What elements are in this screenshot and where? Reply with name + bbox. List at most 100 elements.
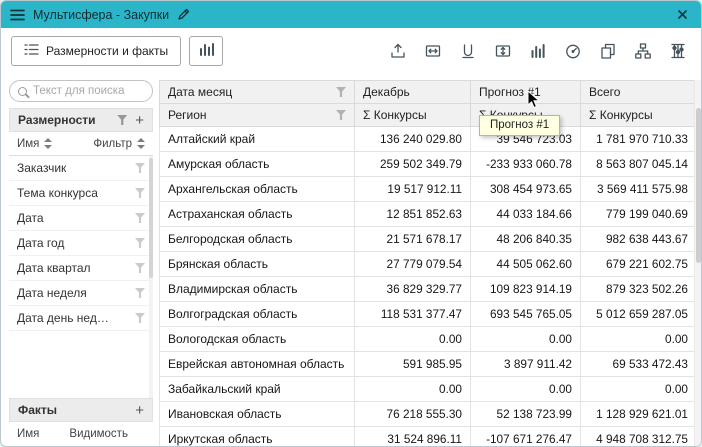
fit-height-icon[interactable] [489,38,516,64]
region-cell[interactable]: Ивановская область [160,402,355,427]
december-value-cell[interactable]: 27 779 079.54 [355,252,471,277]
region-cell[interactable]: Вологодская область [160,327,355,352]
december-value-cell[interactable]: 0.00 [355,377,471,402]
forecast-value-cell[interactable]: 109 823 914.19 [471,277,581,302]
fit-width-icon[interactable] [419,38,446,64]
month-filter-icon[interactable] [336,87,346,97]
region-cell[interactable]: Астраханская область [160,202,355,227]
filter-icon[interactable] [135,213,145,223]
region-filter-icon[interactable] [336,110,346,120]
total-value-cell[interactable]: 679 221 602.75 [581,252,697,277]
edit-title-icon[interactable] [177,8,190,21]
total-value-cell[interactable]: 3 569 411 575.98 [581,177,697,202]
total-value-cell[interactable]: 8 563 807 045.14 [581,152,697,177]
search-input[interactable] [33,85,144,97]
scrollbar-thumb[interactable] [696,108,701,263]
filter-icon[interactable] [135,263,145,273]
total-value-cell[interactable]: 879 323 502.26 [581,277,697,302]
column-header-total[interactable]: Всего [581,81,697,104]
december-value-cell[interactable]: 21 571 678.17 [355,227,471,252]
total-value-cell[interactable]: 0.00 [581,327,697,352]
table-row[interactable]: Ивановская область 76 218 555.30 52 138 … [160,402,697,427]
dimension-item[interactable]: Дата день нед… [9,306,153,331]
december-value-cell[interactable]: 0.00 [355,327,471,352]
filter-icon[interactable] [135,238,145,248]
search-box[interactable] [9,80,153,102]
forecast-value-cell[interactable]: 693 545 765.05 [471,302,581,327]
filter-column-header[interactable]: Фильтр [93,138,145,150]
table-row[interactable]: Астраханская область 12 851 852.63 44 03… [160,202,697,227]
region-cell[interactable]: Еврейская автономная область [160,352,355,377]
filter-icon[interactable] [135,188,145,198]
gauge-icon[interactable] [559,38,586,64]
table-row[interactable]: Алтайский край 136 240 029.80 39 546 723… [160,127,697,152]
december-value-cell[interactable]: 19 517 912.11 [355,177,471,202]
region-cell[interactable]: Амурская область [160,152,355,177]
region-cell[interactable]: Владимирская область [160,277,355,302]
dimensions-facts-button[interactable]: Размерности и факты [11,36,181,66]
dimensions-filter-icon[interactable] [117,115,127,125]
measure-header-total[interactable]: Σ Конкурсы [581,104,697,127]
dimension-item[interactable]: Заказчик [9,156,153,181]
table-row[interactable]: Владимирская область 36 829 329.77 109 8… [160,277,697,302]
add-dimension-button[interactable]: + [135,113,144,128]
december-value-cell[interactable]: 259 502 349.79 [355,152,471,177]
forecast-value-cell[interactable]: 44 033 184.66 [471,202,581,227]
total-value-cell[interactable]: 779 199 040.69 [581,202,697,227]
bar-chart-icon[interactable] [524,38,551,64]
vertical-scrollbar[interactable] [694,80,701,446]
dimension-item[interactable]: Дата [9,206,153,231]
close-icon[interactable] [673,7,692,22]
region-cell[interactable]: Белгородская область [160,227,355,252]
table-row[interactable]: Иркутская область 31 524 896.11 -107 671… [160,427,697,447]
filter-icon[interactable] [135,288,145,298]
hierarchy-icon[interactable] [629,38,656,64]
forecast-value-cell[interactable]: 52 138 723.99 [471,402,581,427]
region-cell[interactable]: Брянская область [160,252,355,277]
december-value-cell[interactable]: 12 851 852.63 [355,202,471,227]
forecast-value-cell[interactable]: 44 505 062.60 [471,252,581,277]
forecast-value-cell[interactable]: 0.00 [471,327,581,352]
dimensions-section-header[interactable]: Размерности + [9,108,153,132]
forecast-value-cell[interactable]: -107 671 276.47 [471,427,581,447]
copy-icon[interactable] [594,38,621,64]
menu-icon[interactable] [10,9,25,21]
filter-icon[interactable] [135,313,145,323]
region-cell[interactable]: Архангельская область [160,177,355,202]
abacus-icon[interactable] [664,38,691,64]
table-row[interactable]: Вологодская область 0.00 0.00 0.00 [160,327,697,352]
table-row[interactable]: Амурская область 259 502 349.79 -233 933… [160,152,697,177]
region-cell[interactable]: Забайкальский край [160,377,355,402]
column-header-forecast[interactable]: Прогноз #1 [471,81,581,104]
total-value-cell[interactable]: 69 533 472.43 [581,352,697,377]
group-header-cell[interactable]: Дата месяц [160,81,355,104]
table-row[interactable]: Архангельская область 19 517 912.11 308 … [160,177,697,202]
facts-section-header[interactable]: Факты + [9,398,153,422]
column-header-december[interactable]: Декабрь [355,81,471,104]
december-value-cell[interactable]: 36 829 329.77 [355,277,471,302]
forecast-value-cell[interactable]: 3 897 911.42 [471,352,581,377]
export-icon[interactable] [384,38,411,64]
region-cell[interactable]: Иркутская область [160,427,355,447]
dimension-item[interactable]: Тема конкурса [9,181,153,206]
columns-chart-button[interactable] [189,36,223,66]
december-value-cell[interactable]: 76 218 555.30 [355,402,471,427]
dimension-item[interactable]: Дата год [9,231,153,256]
region-cell[interactable]: Алтайский край [160,127,355,152]
december-value-cell[interactable]: 591 985.95 [355,352,471,377]
name-column-header[interactable]: Имя [17,138,93,150]
dimension-item[interactable]: Дата неделя [9,281,153,306]
forecast-value-cell[interactable]: 48 206 840.35 [471,227,581,252]
table-row[interactable]: Брянская область 27 779 079.54 44 505 06… [160,252,697,277]
forecast-value-cell[interactable]: -233 933 060.78 [471,152,581,177]
filter-icon[interactable] [135,163,145,173]
total-value-cell[interactable]: 1 781 970 710.33 [581,127,697,152]
table-row[interactable]: Еврейская автономная область 591 985.95 … [160,352,697,377]
december-value-cell[interactable]: 136 240 029.80 [355,127,471,152]
total-value-cell[interactable]: 4 948 708 312.75 [581,427,697,447]
forecast-value-cell[interactable]: 0.00 [471,377,581,402]
measure-header-december[interactable]: Σ Конкурсы [355,104,471,127]
december-value-cell[interactable]: 118 531 377.47 [355,302,471,327]
totals-icon[interactable] [454,38,481,64]
dimension-item[interactable]: Дата квартал [9,256,153,281]
